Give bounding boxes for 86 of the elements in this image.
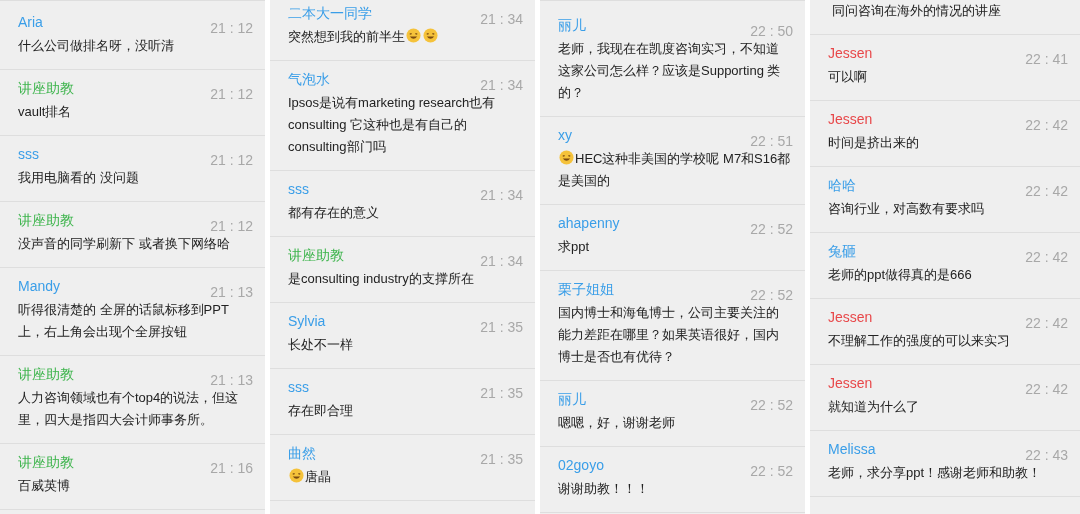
message-time: 22 : 43 — [1025, 446, 1068, 465]
message-time: 21 : 34 — [480, 10, 523, 29]
sender-name: 兔砸 — [828, 242, 856, 261]
message-text: 长处不一样 — [288, 336, 354, 354]
sender-name: 栗子姐姐 — [558, 280, 614, 299]
message-text: 老师，求分享ppt！感谢老师和助教！ — [828, 464, 1043, 482]
message-text: 听得很清楚的 全屏的话鼠标移到PPT上，右上角会出现个全屏按钮 — [18, 301, 230, 341]
message-text: 可以啊 — [828, 68, 868, 86]
sender-name: 02goyo — [558, 456, 604, 475]
message-time: 21 : 35 — [480, 384, 523, 403]
message-time: 22 : 42 — [1025, 380, 1068, 399]
message-time: 22 : 42 — [1025, 248, 1068, 267]
message-time: 21 : 34 — [480, 252, 523, 271]
sender-name: sss — [18, 145, 39, 164]
message-time: 21 : 12 — [210, 19, 253, 38]
message-text: 求ppt — [558, 238, 591, 256]
message-time: 22 : 50 — [750, 22, 793, 41]
message-text: 什么公司做排名呀，没听清 — [18, 37, 175, 55]
message-text: 唐晶 — [288, 466, 523, 488]
message-text: 同问咨询在海外的情况的讲座 — [832, 3, 1001, 18]
sender-name: ahapenny — [558, 214, 620, 233]
message-time: 22 : 52 — [750, 220, 793, 239]
sender-name: 讲座助教 — [288, 246, 344, 265]
sender-name: 讲座助教 — [18, 79, 74, 98]
message-text: vault排名 — [18, 103, 73, 121]
message-time: 21 : 13 — [210, 371, 253, 390]
message-text: 都有存在的意义 — [288, 204, 380, 222]
message-time: 21 : 12 — [210, 151, 253, 170]
laughing-emoji-icon — [423, 28, 438, 43]
sender-name: sss — [288, 180, 309, 199]
message-time: 22 : 42 — [1025, 314, 1068, 333]
message-text: 人力咨询领域也有个top4的说法，但这里，四大是指四大会计师事务所。 — [18, 389, 240, 429]
laughing-emoji-icon — [406, 28, 421, 43]
message-time: 21 : 12 — [210, 85, 253, 104]
message-time: 21 : 34 — [480, 186, 523, 205]
message-text: 存在即合理 — [288, 402, 354, 420]
message-text: 突然想到我的前半生 — [288, 26, 523, 48]
message-text: 是consulting industry的支撑所在 — [288, 270, 475, 288]
sender-name: 二本大一同学 — [288, 4, 372, 23]
sender-name: Melissa — [828, 440, 876, 459]
sender-name: Aria — [18, 13, 43, 32]
message-text: HEC这种非美国的学校呢 M7和S16都是美国的 — [558, 149, 792, 190]
sender-name: 丽儿 — [558, 390, 586, 409]
message-text: 就知道为什么了 — [828, 398, 920, 416]
sender-name: Jessen — [828, 374, 873, 393]
message-time: 21 : 35 — [480, 450, 523, 469]
laughing-emoji-icon — [559, 150, 574, 165]
message-time: 21 : 35 — [480, 318, 523, 337]
message-time: 21 : 34 — [480, 76, 523, 95]
sender-name: Jessen — [828, 308, 873, 327]
message-time: 21 : 12 — [210, 217, 253, 236]
message-time: 22 : 52 — [750, 286, 793, 305]
sender-name: 哈哈 — [828, 176, 856, 195]
message-time: 22 : 52 — [750, 396, 793, 415]
sender-name: 气泡水 — [288, 70, 330, 89]
message-text: 我用电脑看的 没问题 — [18, 169, 140, 187]
sender-name: Jessen — [828, 110, 873, 129]
laughing-emoji-icon — [289, 468, 304, 483]
message-text: 老师的ppt做得真的是666 — [828, 266, 973, 284]
sender-name: Sylvia — [288, 312, 326, 331]
message-text: 国内博士和海龟博士，公司主要关注的能力差距在哪里？如果英语很好，国内博士是否也有优待？ — [558, 304, 780, 366]
message-time: 21 : 16 — [210, 459, 253, 478]
sender-name: 讲座助教 — [18, 365, 74, 384]
sender-name: 讲座助教 — [18, 211, 74, 230]
message-text: 老师，我现在在凯度咨询实习，不知道这家公司怎么样？应该是Supporting 类的？ — [558, 40, 782, 102]
message-text: 谢谢助教！！！ — [558, 480, 650, 498]
message-time: 22 : 51 — [750, 132, 793, 151]
sender-name: Jessen — [828, 44, 873, 63]
message-time: 22 : 52 — [750, 462, 793, 481]
sender-name: sss — [288, 378, 309, 397]
message-text: Ipsos是说有marketing research也有consulting 它这种也是有自己的consulting部门吗 — [288, 94, 497, 156]
sender-name: 曲然 — [288, 444, 316, 463]
sender-name: 丽儿 — [558, 16, 586, 35]
message-text: 没声音的同学刷新下 或者换下网络哈 — [18, 235, 231, 253]
sender-name: xy — [558, 126, 572, 145]
message-text: 不理解工作的强度的可以来实习 — [828, 332, 1011, 350]
message-time: 22 : 41 — [1025, 50, 1068, 69]
message-text: 嗯嗯，好，谢谢老师 — [558, 414, 676, 432]
sender-name: Mandy — [18, 277, 61, 296]
message-text: 咨询行业，对高数有要求吗 — [828, 200, 985, 218]
sender-name: 讲座助教 — [18, 453, 74, 472]
message-time: 21 : 13 — [210, 283, 253, 302]
message-time: 22 : 42 — [1025, 182, 1068, 201]
message-time: 22 : 42 — [1025, 116, 1068, 135]
message-text: 百威英博 — [18, 477, 71, 495]
message-text: 时间是挤出来的 — [828, 134, 920, 152]
